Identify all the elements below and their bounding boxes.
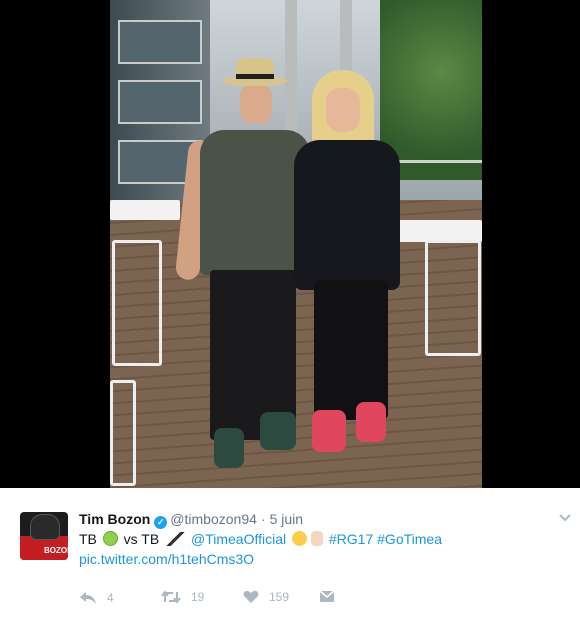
tweet-photo[interactable] xyxy=(110,0,482,488)
verified-icon: ✓ xyxy=(154,516,168,529)
avatar-text: BOZON xyxy=(44,546,68,555)
tweet: BOZON Tim Bozon ✓@timbozon94·5 juin TB vs… xyxy=(0,488,580,623)
like-count: 159 xyxy=(269,590,290,604)
tweet-media[interactable] xyxy=(0,0,580,488)
tweet-text-part2: vs TB xyxy=(123,531,160,547)
retweet-button[interactable]: 19 xyxy=(161,590,204,604)
hockey-stick-emoji xyxy=(165,532,186,546)
tennis-ball-emoji xyxy=(102,531,118,546)
photo-chair xyxy=(425,240,481,356)
author-name[interactable]: Tim Bozon xyxy=(79,511,150,527)
tweet-header: Tim Bozon ✓ @timbozon94 · 5 juin xyxy=(79,511,303,529)
photo-chair xyxy=(112,240,162,366)
tweet-date[interactable]: 5 juin xyxy=(270,511,303,527)
hashtag-links[interactable]: #RG17 #GoTimea xyxy=(329,531,442,547)
heart-icon xyxy=(243,590,259,603)
author-avatar[interactable]: BOZON xyxy=(20,512,68,560)
tweet-text: TB vs TB @TimeaOfficial #RG17 #GoTimea xyxy=(79,531,442,547)
tweet-actions: 4 19 159 xyxy=(79,590,379,610)
reply-icon xyxy=(80,592,96,604)
reply-count: 4 xyxy=(107,591,114,605)
media-link[interactable]: pic.twitter.com/h1tehCms3O xyxy=(79,551,254,567)
separator-dot: · xyxy=(260,511,266,527)
media-link-line: pic.twitter.com/h1tehCms3O xyxy=(79,551,254,567)
direct-message-button[interactable] xyxy=(319,590,345,604)
retweet-icon xyxy=(161,590,181,604)
mention-link[interactable]: @TimeaOfficial xyxy=(191,531,286,547)
message-icon xyxy=(319,590,335,602)
photo-woman xyxy=(290,60,420,460)
author-handle[interactable]: @timbozon94 xyxy=(170,511,257,527)
photo-chair xyxy=(110,380,136,486)
tweet-text-part1: TB xyxy=(79,531,97,547)
chevron-down-icon[interactable] xyxy=(558,510,572,524)
winking-face-emoji xyxy=(292,531,307,546)
reply-button[interactable]: 4 xyxy=(79,590,114,606)
retweet-count: 19 xyxy=(191,590,205,604)
photo-table xyxy=(110,200,180,220)
hand-emoji xyxy=(311,531,323,546)
like-button[interactable]: 159 xyxy=(243,590,289,604)
